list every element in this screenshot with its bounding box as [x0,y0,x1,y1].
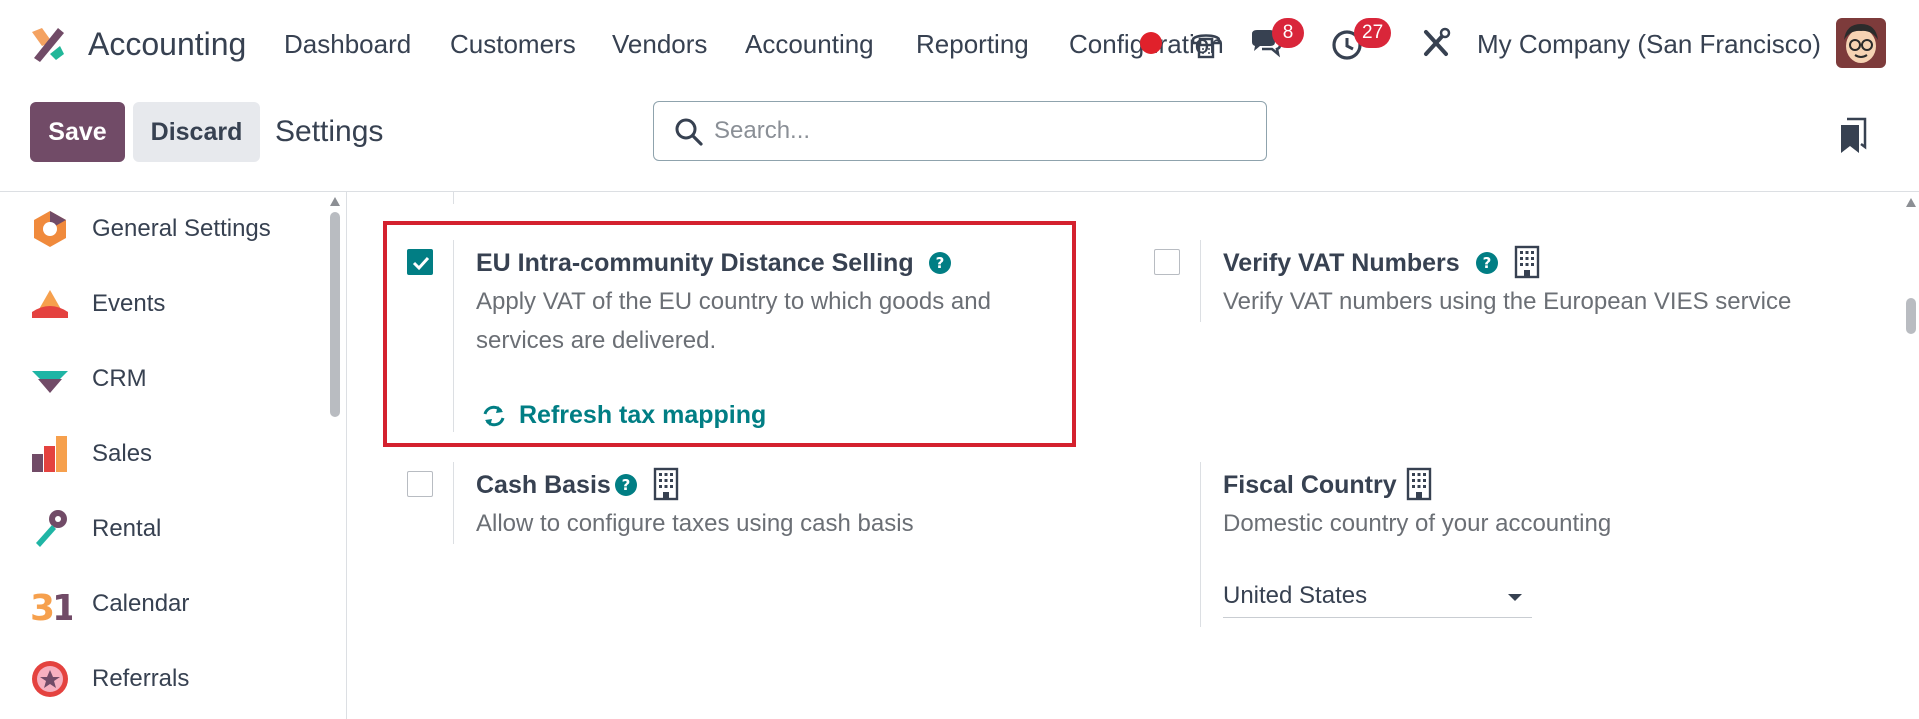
setting-divider [1200,240,1201,322]
setting-divider [453,462,454,544]
verify-vat-checkbox[interactable] [1154,249,1180,275]
cash-basis-description: Allow to configure taxes using cash basi… [476,510,914,537]
verify-vat-title: Verify VAT Numbers [1223,249,1460,277]
messages-badge: 8 [1272,18,1304,48]
sidebar-item-label: Referrals [92,665,190,692]
caret-down-icon [1508,594,1522,601]
save-button[interactable]: Save [30,102,125,162]
phone-icon[interactable] [1188,26,1224,62]
calendar-app-icon: 3 1 [30,588,72,626]
search-bar[interactable] [653,101,1267,161]
activities-badge: 27 [1354,18,1392,48]
settings-sidebar: General Settings Events CRM Sales Rental [0,192,347,719]
sidebar-item-label: Events [92,290,166,317]
eu-distance-selling-description: Apply VAT of the EU country to which goo… [476,288,991,354]
fiscal-country-description: Domestic country of your accounting [1223,510,1612,537]
cash-basis-title: Cash Basis [476,471,611,499]
page-title: Settings [275,115,384,148]
menu-customers[interactable]: Customers [450,27,576,61]
sidebar-item-label: General Settings [92,215,271,242]
eu-distance-selling-title: EU Intra-community Distance Selling [476,249,914,277]
refresh-icon [483,405,505,427]
cash-basis-checkbox[interactable] [407,471,433,497]
sidebar-item-crm[interactable]: CRM [0,347,330,409]
company-switcher[interactable]: My Company (San Francisco) [1477,27,1821,61]
verify-vat-description: Verify VAT numbers using the European VI… [1223,288,1792,315]
app-name[interactable]: Accounting [88,24,246,64]
sidebar-item-label: CRM [92,365,147,392]
sidebar-item-label: Rental [92,515,162,542]
recording-indicator [1140,32,1162,54]
refresh-tax-mapping-link[interactable]: Refresh tax mapping [519,399,766,431]
checkmark-icon [412,256,430,271]
sidebar-item-referrals[interactable]: Referrals [0,647,330,709]
tools-icon[interactable] [1418,26,1454,62]
crm-app-icon [32,371,68,393]
discard-button[interactable]: Discard [133,102,260,162]
menu-reporting[interactable]: Reporting [916,27,1029,61]
fiscal-country-title: Fiscal Country [1223,471,1397,499]
svg-text:?: ? [622,476,631,494]
building-icon [1406,467,1432,501]
top-navbar: Accounting Dashboard Customers Vendors A… [0,0,1919,88]
referrals-app-icon [32,661,68,697]
fiscal-country-select[interactable]: United States [1223,578,1532,618]
sidebar-item-label: Sales [92,440,153,467]
sales-app-icon [32,436,67,472]
bookmark-icon[interactable] [1838,117,1868,155]
help-icon[interactable]: ? [614,473,638,497]
eu-distance-selling-checkbox[interactable] [407,249,433,275]
help-icon[interactable]: ? [928,251,952,275]
setting-divider [1200,462,1201,627]
svg-text:?: ? [1483,254,1492,272]
menu-accounting[interactable]: Accounting [745,27,874,61]
accounting-app-icon[interactable] [28,24,68,64]
sidebar-item-label: Calendar [92,590,190,617]
building-icon [1514,245,1540,279]
sidebar-scrollbar-thumb[interactable] [330,212,340,417]
sidebar-item-general-settings[interactable]: General Settings [0,197,330,259]
search-icon [675,118,703,146]
menu-vendors[interactable]: Vendors [612,27,707,61]
sidebar-item-calendar[interactable]: 3 1 Calendar [0,572,330,634]
rental-app-icon [36,510,67,547]
events-app-icon [32,290,68,318]
sidebar-item-rental[interactable]: Rental [0,497,330,559]
sidebar-item-sales[interactable]: Sales [0,422,330,484]
sidebar-item-events[interactable]: Events [0,272,330,334]
search-input[interactable] [714,112,1244,150]
content-scrollbar-thumb[interactable] [1906,298,1916,334]
content-scroll-up-arrow[interactable] [1906,198,1916,207]
svg-text:1: 1 [52,588,72,626]
setting-divider [453,240,454,432]
settings-app-icon [34,211,66,247]
menu-dashboard[interactable]: Dashboard [284,27,411,61]
help-icon[interactable]: ? [1475,251,1499,275]
building-icon [653,467,679,501]
svg-text:?: ? [936,254,945,272]
fiscal-country-value: United States [1223,582,1368,609]
user-avatar[interactable] [1836,18,1886,68]
sidebar-scroll-up-arrow[interactable] [330,197,340,206]
divider [453,192,454,204]
